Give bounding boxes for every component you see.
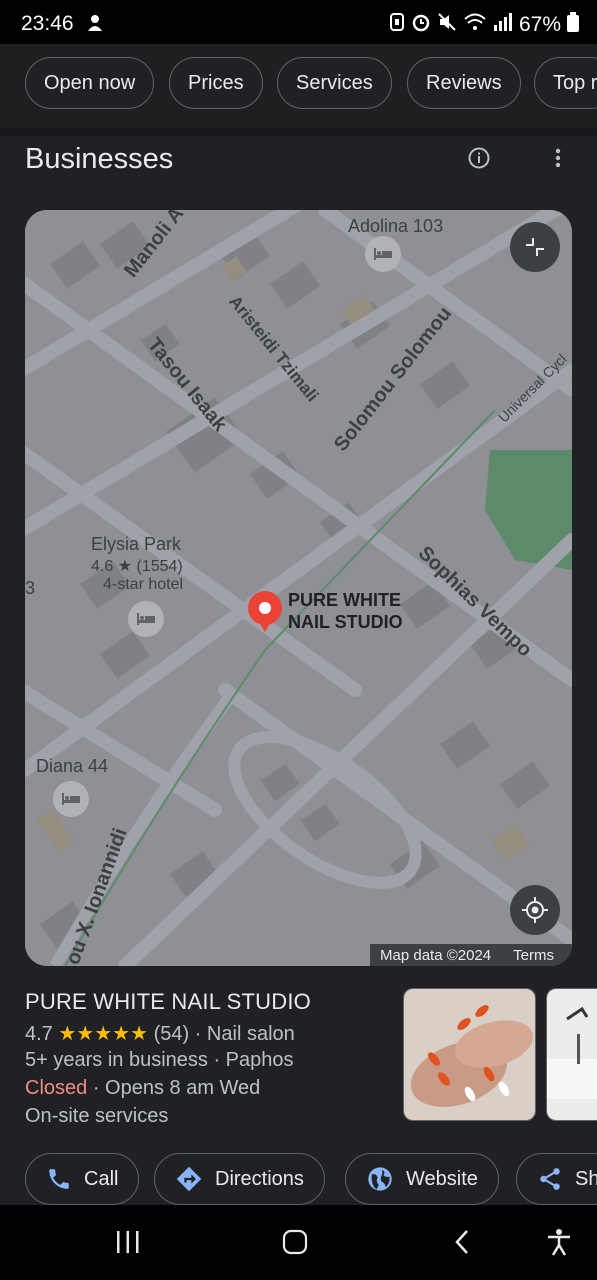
- place-label-elysia-park[interactable]: Elysia Park: [91, 534, 181, 555]
- alarm-icon: [411, 12, 431, 38]
- section-divider: [0, 128, 597, 136]
- place-label-diana[interactable]: Diana 44: [36, 756, 108, 777]
- more-options-icon[interactable]: [546, 146, 570, 170]
- place-rating-elysia: 4.6 ★ (1554): [91, 558, 183, 575]
- chip-open-now[interactable]: Open now: [25, 57, 155, 109]
- website-label: Website: [406, 1167, 478, 1190]
- hotel-icon[interactable]: [128, 601, 164, 637]
- notification-icon: [86, 13, 104, 38]
- business-years: 5+ years in business · Paphos: [25, 1049, 294, 1071]
- opens-time: · Opens 8 am Wed: [87, 1077, 261, 1099]
- accessibility-icon[interactable]: [546, 1227, 572, 1262]
- directions-icon: [176, 1166, 202, 1192]
- map-data-label: Map data ©2024: [380, 946, 492, 964]
- status-bar: 23:46 67%: [0, 0, 597, 44]
- chip-prices[interactable]: Prices: [169, 57, 263, 109]
- map-pin-icon[interactable]: [247, 590, 283, 639]
- system-nav-bar: [0, 1205, 597, 1280]
- status-closed: Closed: [25, 1077, 88, 1099]
- collapse-icon: [526, 238, 544, 256]
- rating-stars: ★★★★★: [58, 1023, 149, 1045]
- chip-top-rated[interactable]: Top r: [534, 57, 597, 109]
- review-count-category: (54) · Nail salon: [153, 1023, 295, 1045]
- status-icons: 67%: [389, 12, 579, 38]
- location-target-icon: [522, 897, 548, 923]
- battery-icon: [567, 12, 579, 38]
- recent-apps-button[interactable]: [115, 1227, 141, 1262]
- mute-icon: [437, 12, 457, 38]
- globe-icon: [368, 1167, 392, 1191]
- map-attribution: Map data ©2024 Terms: [370, 944, 572, 966]
- collapse-map-button[interactable]: [510, 222, 560, 272]
- share-label: Sh: [575, 1167, 597, 1190]
- business-name[interactable]: PURE WHITE NAIL STUDIO: [25, 989, 311, 1015]
- directions-button[interactable]: Directions: [154, 1153, 325, 1205]
- directions-label: Directions: [215, 1167, 304, 1190]
- pin-label-line2[interactable]: NAIL STUDIO: [288, 612, 403, 633]
- call-button[interactable]: Call: [25, 1153, 140, 1205]
- info-icon[interactable]: [467, 146, 491, 170]
- signal-icon: [493, 13, 513, 37]
- phone-icon: [49, 1169, 69, 1189]
- call-label: Call: [84, 1167, 119, 1190]
- share-icon: [540, 1168, 560, 1190]
- my-location-button[interactable]: [510, 885, 560, 935]
- hotel-icon[interactable]: [365, 236, 401, 272]
- website-button[interactable]: Website: [345, 1153, 499, 1205]
- filter-chips: Open now Prices Services Reviews Top r: [0, 44, 597, 128]
- business-rating-line: 4.7 ★★★★★ (54) · Nail salon: [25, 1021, 295, 1046]
- home-button[interactable]: [282, 1227, 308, 1262]
- chip-services[interactable]: Services: [277, 57, 392, 109]
- hotel-icon[interactable]: [53, 781, 89, 817]
- map[interactable]: Adolina 103 Elysia Park 4.6 ★ (1554) 4-s…: [25, 210, 572, 966]
- place-label-adolina[interactable]: Adolina 103: [348, 216, 443, 237]
- map-edge-label: 3: [25, 578, 36, 598]
- share-button[interactable]: Sh: [516, 1153, 597, 1205]
- nfc-icon: [389, 12, 405, 38]
- status-time: 23:46: [21, 12, 74, 35]
- wifi-icon: [463, 12, 487, 38]
- section-title: Businesses: [25, 143, 174, 175]
- business-photo[interactable]: [546, 988, 597, 1121]
- place-type-elysia: 4-star hotel: [103, 576, 184, 593]
- pin-label-line1[interactable]: PURE WHITE: [288, 590, 401, 611]
- rating-value: 4.7: [25, 1023, 53, 1045]
- chip-reviews[interactable]: Reviews: [407, 57, 521, 109]
- battery-percent: 67%: [518, 13, 561, 36]
- business-services: On-site services: [25, 1105, 169, 1127]
- business-hours: Closed · Opens 8 am Wed: [25, 1077, 260, 1100]
- terms-link[interactable]: Terms: [513, 947, 554, 964]
- business-photo[interactable]: [403, 988, 536, 1121]
- back-button[interactable]: [452, 1227, 472, 1262]
